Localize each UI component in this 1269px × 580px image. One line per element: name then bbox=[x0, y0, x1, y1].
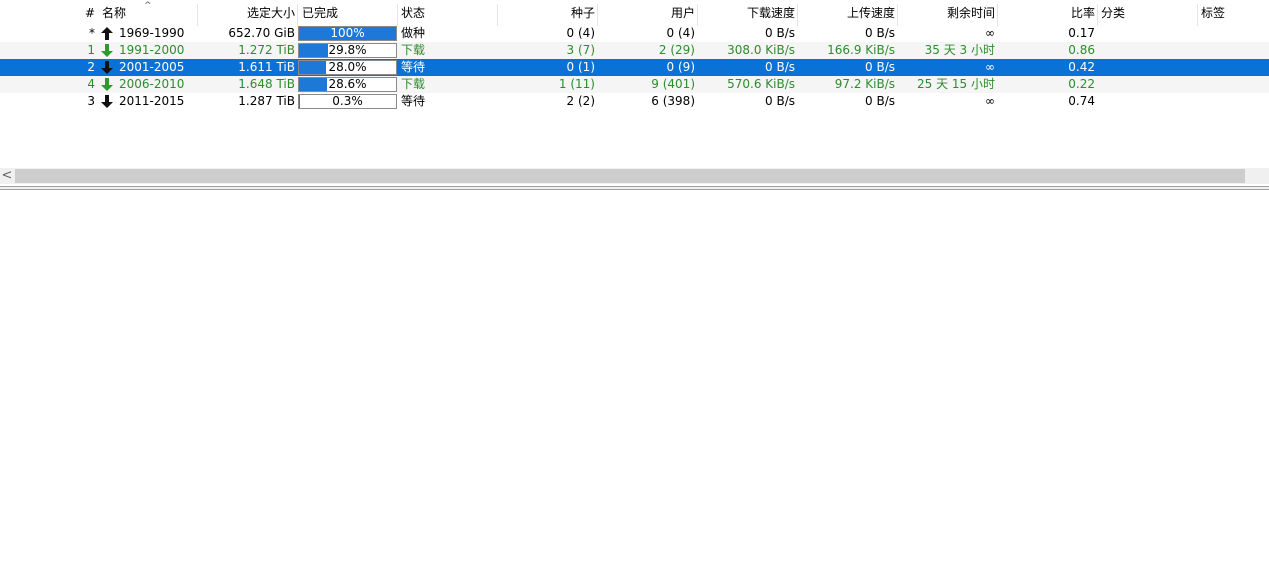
row-queue-number: 1 bbox=[87, 43, 95, 57]
row-download-speed: 0 B/s bbox=[765, 60, 795, 74]
progress-bar: 28.6% bbox=[298, 77, 397, 92]
torrent-row[interactable]: 1 1991-2000 1.272 TiB 29.8% 下载 3 (7) 2 (… bbox=[0, 42, 1269, 59]
column-header-eta[interactable]: 剩余时间 bbox=[898, 4, 997, 22]
column-header-category[interactable]: 分类 bbox=[1099, 4, 1195, 22]
row-status: 等待 bbox=[401, 94, 426, 108]
row-status: 做种 bbox=[401, 26, 426, 40]
column-divider[interactable] bbox=[1197, 4, 1198, 26]
row-upload-speed: 0 B/s bbox=[865, 94, 895, 108]
row-peers: 2 (29) bbox=[658, 43, 695, 57]
row-ratio: 0.74 bbox=[1068, 94, 1095, 108]
row-eta: 35 天 3 小时 bbox=[924, 43, 995, 57]
row-eta: ∞ bbox=[985, 60, 995, 74]
row-peers: 6 (398) bbox=[651, 94, 695, 108]
row-eta: 25 天 15 小时 bbox=[917, 77, 995, 91]
row-peers: 0 (4) bbox=[666, 26, 695, 40]
column-divider[interactable] bbox=[1097, 4, 1098, 26]
row-seeds: 0 (1) bbox=[566, 60, 595, 74]
torrent-row[interactable]: 4 2006-2010 1.648 TiB 28.6% 下载 1 (11) 9 … bbox=[0, 76, 1269, 93]
column-divider[interactable] bbox=[397, 4, 398, 26]
row-name: 2011-2015 bbox=[119, 94, 185, 108]
row-queue-number: 3 bbox=[87, 94, 95, 108]
row-status: 下载 bbox=[401, 77, 426, 91]
column-header-tags[interactable]: 标签 bbox=[1199, 4, 1267, 22]
column-header-seeds[interactable]: 种子 bbox=[498, 4, 597, 22]
row-peers: 9 (401) bbox=[651, 77, 695, 91]
progress-bar: 100% bbox=[298, 26, 397, 41]
seeding-arrow-up-icon bbox=[101, 27, 113, 40]
properties-pane bbox=[0, 190, 1269, 580]
scrollbar-thumb[interactable] bbox=[15, 169, 1245, 183]
row-eta: ∞ bbox=[985, 26, 995, 40]
row-size: 1.611 TiB bbox=[238, 60, 295, 74]
row-seeds: 3 (7) bbox=[566, 43, 595, 57]
progress-bar: 29.8% bbox=[298, 43, 397, 58]
row-upload-speed: 97.2 KiB/s bbox=[834, 77, 895, 91]
row-name: 2001-2005 bbox=[119, 60, 185, 74]
column-header-peers[interactable]: 用户 bbox=[598, 4, 697, 22]
row-ratio: 0.22 bbox=[1068, 77, 1095, 91]
row-queue-number: 4 bbox=[87, 77, 95, 91]
row-status: 等待 bbox=[401, 60, 426, 74]
column-header-name[interactable]: 名称 bbox=[100, 4, 196, 22]
row-size: 1.648 TiB bbox=[238, 77, 295, 91]
progress-bar: 0.3% bbox=[298, 94, 397, 109]
column-header-num[interactable]: # bbox=[0, 4, 97, 22]
torrent-row[interactable]: 3 2011-2015 1.287 TiB 0.3% 等待 2 (2) 6 (3… bbox=[0, 93, 1269, 110]
row-name: 1991-2000 bbox=[119, 43, 185, 57]
row-seeds: 2 (2) bbox=[566, 94, 595, 108]
row-upload-speed: 0 B/s bbox=[865, 60, 895, 74]
row-seeds: 0 (4) bbox=[566, 26, 595, 40]
progress-text: 100% bbox=[330, 26, 365, 40]
column-header-row: ^ # 名称 选定大小 已完成 状态 种子 用户 下载速度 上传速度 剩余时间 … bbox=[0, 1, 1269, 26]
column-header-upspeed[interactable]: 上传速度 bbox=[798, 4, 897, 22]
row-download-speed: 570.6 KiB/s bbox=[727, 77, 795, 91]
row-upload-speed: 166.9 KiB/s bbox=[827, 43, 895, 57]
progress-text: 29.8% bbox=[328, 43, 367, 57]
column-header-done[interactable]: 已完成 bbox=[300, 4, 396, 22]
row-eta: ∞ bbox=[985, 94, 995, 108]
row-ratio: 0.17 bbox=[1068, 26, 1095, 40]
torrent-row[interactable]: * 1969-1990 652.70 GiB 100% 做种 0 (4) 0 (… bbox=[0, 25, 1269, 42]
torrent-list[interactable]: ^ # 名称 选定大小 已完成 状态 种子 用户 下载速度 上传速度 剩余时间 … bbox=[0, 0, 1269, 168]
row-ratio: 0.86 bbox=[1068, 43, 1095, 57]
progress-bar: 28.0% bbox=[298, 60, 397, 75]
column-header-size[interactable]: 选定大小 bbox=[198, 4, 297, 22]
progress-text: 28.6% bbox=[328, 77, 367, 91]
row-peers: 0 (9) bbox=[666, 60, 695, 74]
row-upload-speed: 0 B/s bbox=[865, 26, 895, 40]
torrent-row-selected[interactable]: 2 2001-2005 1.611 TiB 28.0% 等待 0 (1) 0 (… bbox=[0, 59, 1269, 76]
row-download-speed: 308.0 KiB/s bbox=[727, 43, 795, 57]
row-queue-number: * bbox=[89, 26, 95, 40]
scroll-left-button[interactable]: < bbox=[0, 168, 14, 184]
row-queue-number: 2 bbox=[87, 60, 95, 74]
horizontal-scrollbar[interactable]: < bbox=[0, 168, 1269, 184]
row-download-speed: 0 B/s bbox=[765, 26, 795, 40]
column-header-dlspeed[interactable]: 下载速度 bbox=[698, 4, 797, 22]
row-seeds: 1 (11) bbox=[558, 77, 595, 91]
row-size: 1.287 TiB bbox=[238, 94, 295, 108]
queued-arrow-down-icon bbox=[101, 61, 113, 74]
downloading-arrow-down-icon bbox=[101, 44, 113, 57]
row-name: 1969-1990 bbox=[119, 26, 185, 40]
queued-arrow-down-icon bbox=[101, 95, 113, 108]
row-download-speed: 0 B/s bbox=[765, 94, 795, 108]
row-status: 下载 bbox=[401, 43, 426, 57]
column-divider[interactable] bbox=[297, 4, 298, 26]
progress-text: 28.0% bbox=[328, 60, 367, 74]
progress-text: 0.3% bbox=[332, 94, 363, 108]
column-header-status[interactable]: 状态 bbox=[399, 4, 495, 22]
downloading-arrow-down-icon bbox=[101, 78, 113, 91]
row-name: 2006-2010 bbox=[119, 77, 185, 91]
row-size: 1.272 TiB bbox=[238, 43, 295, 57]
column-header-ratio[interactable]: 比率 bbox=[998, 4, 1097, 22]
row-ratio: 0.42 bbox=[1068, 60, 1095, 74]
row-size: 652.70 GiB bbox=[228, 26, 295, 40]
